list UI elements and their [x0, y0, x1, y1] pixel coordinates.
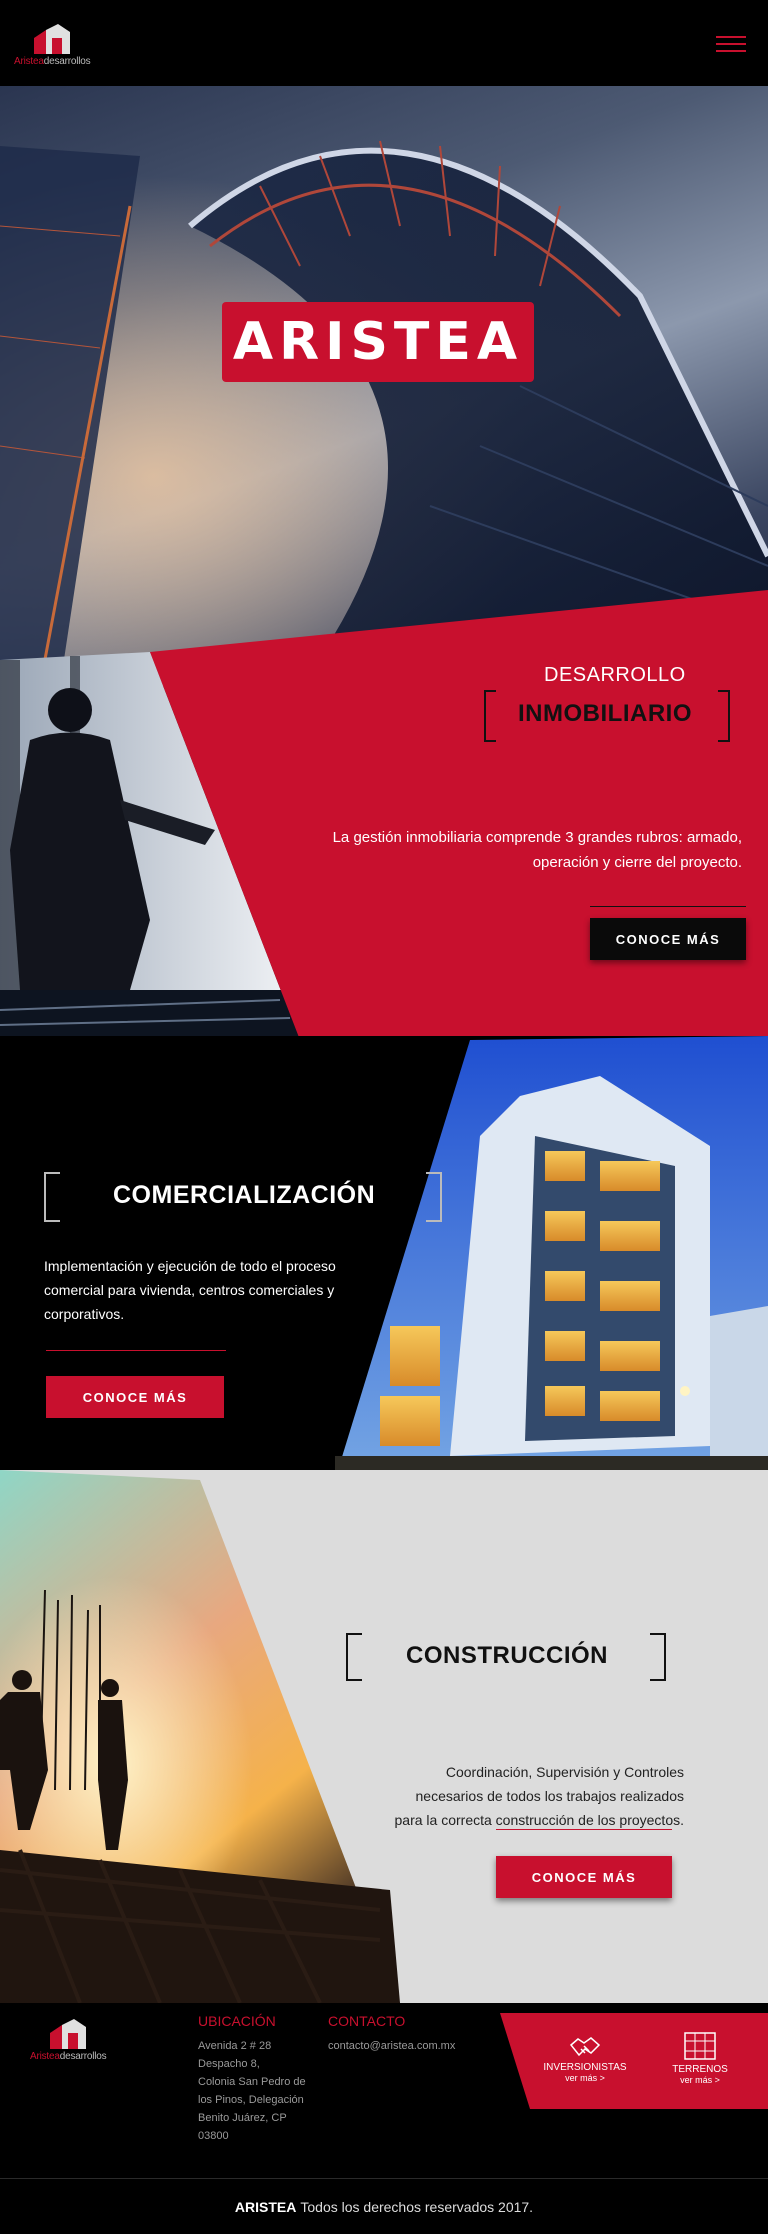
- footer-logo[interactable]: Aristeadesarrollos: [30, 2019, 107, 2062]
- inmobiliario-title: INMOBILIARIO: [518, 700, 692, 727]
- construccion-title: CONSTRUCCIÓN: [406, 1642, 608, 1669]
- terrenos-label: TERRENOS: [672, 2064, 728, 2075]
- inmobiliario-bracket-right: [718, 690, 730, 742]
- inmobiliario-conoce-mas-button[interactable]: CONOCE MÁS: [590, 918, 746, 960]
- comercializacion-bracket-right: [426, 1172, 442, 1222]
- logo-brand: Aristea: [14, 56, 44, 67]
- construccion-text-line-2: necesarios de todos los trabajos realiza…: [415, 1788, 685, 1804]
- copyright-bar: ARISTEA Todos los derechos reservados 20…: [0, 2178, 768, 2234]
- ubicacion-address: Avenida 2 # 28 Despacho 8, Colonia San P…: [198, 2037, 306, 2145]
- comercializacion-conoce-mas-button[interactable]: CONOCE MÁS: [46, 1376, 224, 1418]
- ubicacion-line-6: 03800: [198, 2130, 229, 2142]
- contacto-title: CONTACTO: [328, 2013, 406, 2029]
- ubicacion-line-5: Benito Juárez, CP: [198, 2112, 287, 2124]
- comercializacion-bracket-left: [44, 1172, 60, 1222]
- land-plot-icon: [684, 2032, 716, 2060]
- hamburger-icon[interactable]: [716, 36, 746, 52]
- site-header: Aristeadesarrollos: [0, 0, 768, 86]
- comercializacion-text-line-3: corporativos.: [44, 1306, 125, 1322]
- construccion-bracket-right: [650, 1633, 666, 1681]
- ubicacion-line-3: Colonia San Pedro de: [198, 2076, 306, 2088]
- inversionistas-label: INVERSIONISTAS: [543, 2062, 627, 2073]
- inmobiliario-title-top: DESARROLLO: [544, 664, 686, 686]
- footer-logo-brand: Aristea: [30, 2051, 60, 2062]
- comercializacion-text-line-2: comercial para vivienda, centros comerci…: [44, 1282, 335, 1298]
- footer-info: Aristeadesarrollos UBICACIÓN Avenida 2 #…: [0, 2003, 768, 2178]
- comercializacion-text-line-1: Implementación y ejecución de todo el pr…: [44, 1258, 336, 1274]
- section-construccion: CONSTRUCCIÓN Coordinación, Supervisión y…: [0, 1470, 768, 2003]
- footer-logo-houses-icon: [46, 2019, 90, 2049]
- hero-badge: ARISTEA: [222, 302, 534, 382]
- construccion-text-line-1: Coordinación, Supervisión y Controles: [445, 1764, 684, 1780]
- comercializacion-rule: [46, 1350, 226, 1351]
- site-logo[interactable]: Aristeadesarrollos: [14, 24, 91, 67]
- logo-houses-icon: [30, 24, 74, 54]
- ubicacion-line-4: los Pinos, Delegación: [198, 2094, 304, 2106]
- contacto-email[interactable]: contacto@aristea.com.mx: [328, 2037, 455, 2055]
- inversionistas-sub: ver más >: [565, 2073, 605, 2083]
- section-construccion-background: [0, 1470, 768, 2003]
- inmobiliario-text-line-1: La gestión inmobiliaria comprende 3 gran…: [332, 829, 742, 846]
- inmobiliario-bracket-left: [484, 690, 496, 742]
- inmobiliario-text: La gestión inmobiliaria comprende 3 gran…: [333, 825, 742, 875]
- ubicacion-line-2: Despacho 8,: [198, 2058, 260, 2070]
- footer-logo-suffix: desarrollos: [59, 2051, 107, 2062]
- construccion-rule: [496, 1829, 672, 1830]
- terrenos-sub: ver más >: [680, 2075, 720, 2085]
- logo-suffix: desarrollos: [43, 56, 91, 67]
- construccion-bracket-left: [346, 1633, 362, 1681]
- inversionistas-link[interactable]: INVERSIONISTAS ver más >: [540, 2035, 630, 2083]
- inmobiliario-rule: [590, 906, 746, 907]
- comercializacion-text: Implementación y ejecución de todo el pr…: [44, 1254, 336, 1326]
- ubicacion-line-1: Avenida 2 # 28: [198, 2040, 272, 2052]
- copyright-text: Todos los derechos reservados 2017.: [300, 2198, 534, 2215]
- comercializacion-title: COMERCIALIZACIÓN: [113, 1181, 376, 1209]
- section-inmobiliario: DESARROLLO INMOBILIARIO La gestión inmob…: [0, 590, 768, 1060]
- copyright-brand: ARISTEA: [234, 2198, 297, 2215]
- terrenos-link[interactable]: TERRENOS ver más >: [660, 2031, 740, 2085]
- construccion-text: Coordinación, Supervisión y Controles ne…: [395, 1760, 684, 1832]
- construccion-conoce-mas-button[interactable]: CONOCE MÁS: [496, 1856, 672, 1898]
- inmobiliario-text-line-2: operación y cierre del proyecto.: [532, 854, 742, 871]
- section-comercializacion: COMERCIALIZACIÓN Implementación y ejecuc…: [0, 1036, 768, 1536]
- handshake-icon: [569, 2037, 601, 2057]
- ubicacion-title: UBICACIÓN: [198, 2013, 276, 2029]
